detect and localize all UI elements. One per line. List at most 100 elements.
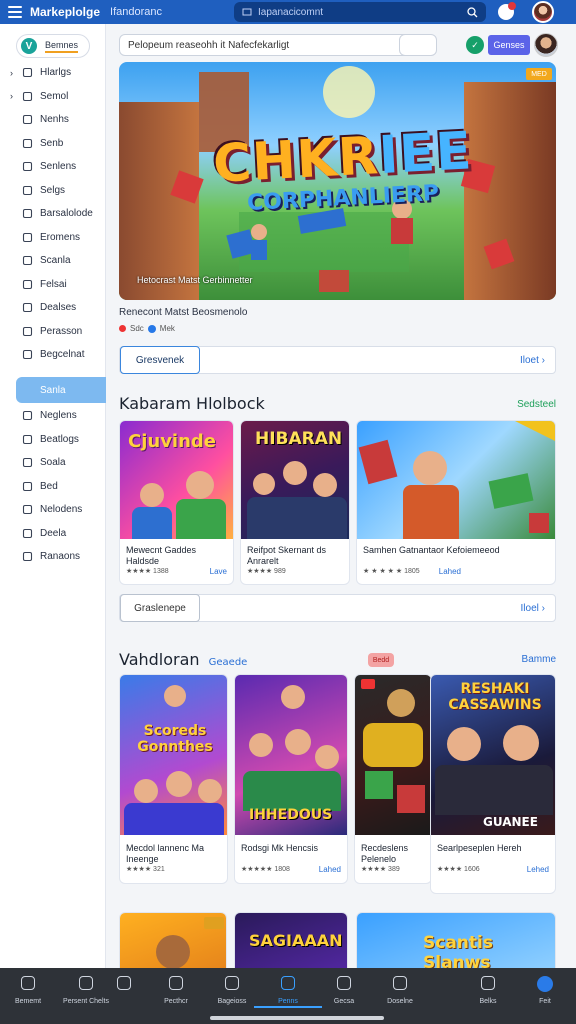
sidebar-item[interactable]: Felsai	[0, 273, 106, 297]
sidebar-item-label: Semol	[40, 90, 69, 102]
sidebar-item[interactable]: Selgs	[0, 179, 106, 203]
clock-icon	[22, 185, 33, 195]
sidebar-item-active[interactable]: Sanla	[16, 377, 106, 403]
card-link[interactable]: Lave	[210, 567, 227, 576]
section-link-2[interactable]: Bamme	[522, 654, 556, 665]
chat-icon	[393, 976, 407, 990]
card-art-title: HIBARAN	[255, 429, 343, 449]
bottom-tab[interactable]: Pecthcr	[152, 968, 200, 1024]
more-link-2[interactable]: Iloel ›	[521, 603, 545, 614]
chevron-right-icon[interactable]: ›	[10, 68, 13, 78]
sidebar-item-label: Beatlogs	[40, 433, 79, 445]
sidebar-item[interactable]: › Semol	[0, 85, 106, 109]
character-face	[186, 471, 214, 499]
topbar-title[interactable]: Ifandoranc	[110, 6, 162, 18]
card-rating: ★★★★ 1388	[126, 568, 169, 575]
sidebar-item[interactable]: › Hlarlgs	[0, 61, 106, 85]
check-icon[interactable]: ✓	[466, 36, 484, 54]
top-search-bar[interactable]	[234, 2, 486, 22]
folder-icon	[169, 976, 183, 990]
card-badge	[361, 679, 375, 689]
section-subtitle-2[interactable]: Geaede	[209, 657, 248, 668]
document-icon	[22, 138, 33, 148]
block-item	[358, 439, 398, 485]
hero-banner[interactable]: CHKRIEE CORPHANLIERP MED Hetocrast Matst…	[119, 62, 556, 300]
card-artwork	[357, 421, 555, 539]
sidebar-item[interactable]: Barsalolode	[0, 202, 106, 226]
character-face	[249, 733, 273, 757]
header-primary-button[interactable]: Genses	[488, 35, 530, 55]
game-card[interactable]: Recdeslens Pelenelo ★★★★ 389	[354, 674, 432, 884]
sidebar-item[interactable]: Ranaons	[0, 545, 106, 569]
sidebar-item[interactable]: Perasson	[0, 320, 106, 344]
card-link[interactable]: Lahed	[439, 567, 461, 576]
card-rating: ★ ★ ★ ★ ★ 1805	[363, 568, 420, 575]
circle-icon	[537, 976, 553, 992]
game-card[interactable]: HIBARAN Reifpot Skernant ds Anrarelt ★★★…	[240, 420, 350, 585]
game-card[interactable]: Scoreds Gonnthes Mecdol lannenc Ma Ineen…	[119, 674, 228, 884]
more-link-1[interactable]: Iloet ›	[520, 355, 545, 366]
sidebar-item[interactable]: Deela	[0, 522, 106, 546]
hero-info: Renecont Matst Beosmenolo	[119, 307, 248, 318]
sidebar-item[interactable]: Neglens	[0, 404, 106, 428]
search-icon[interactable]	[467, 6, 478, 18]
section-chip[interactable]: Bedd	[368, 653, 394, 667]
game-card[interactable]: IHHEDOUS Rodsgi Mk Hencsis ★★★★★ 1808 La…	[234, 674, 348, 884]
status-dot-blue	[147, 324, 156, 333]
game-card[interactable]: Cjuvinde Mewecnt Gaddes Haldsde ★★★★ 138…	[119, 420, 234, 585]
sidebar-item-label: Senlens	[40, 161, 77, 173]
action-row-1: Gresvenek Iloet ›	[119, 346, 556, 374]
workspace-label: Bemnes	[45, 40, 79, 53]
sidebar-item[interactable]: Bed	[0, 475, 106, 499]
card-title: Samhen Gatnantaor Kefoiemeeod	[363, 545, 500, 555]
game-card[interactable]: RESHAKI CASSAWINS GUANEE Searlpeseplen H…	[430, 674, 556, 894]
bottom-tab[interactable]: Belks	[464, 968, 512, 1024]
top-search-input[interactable]	[258, 6, 467, 18]
main-search-bar[interactable]	[119, 34, 435, 56]
main-search-input[interactable]	[128, 39, 415, 51]
sidebar-item[interactable]: Senb	[0, 132, 106, 156]
notification-icon[interactable]	[498, 2, 516, 20]
sidebar-item[interactable]: Nenhs	[0, 108, 106, 132]
card-link[interactable]: Lehed	[527, 865, 549, 874]
profile-avatar[interactable]	[534, 33, 558, 57]
card-title: Rodsgi Mk Hencsis	[241, 843, 319, 853]
sidebar-item[interactable]: Senlens	[0, 155, 106, 179]
sidebar-item[interactable]: Begcelnat	[0, 343, 106, 367]
sidebar-item[interactable]: Soala	[0, 451, 106, 475]
sidebar-item-label: Felsai	[40, 278, 67, 290]
game-card[interactable]	[119, 912, 227, 968]
chevron-right-icon[interactable]: ›	[10, 91, 13, 101]
user-avatar[interactable]	[532, 1, 554, 23]
bottom-tab[interactable]: Feit	[521, 968, 569, 1024]
bottom-tab[interactable]: Bememt	[4, 968, 52, 1024]
sidebar-item[interactable]: Dealses	[0, 296, 106, 320]
game-card[interactable]: Samhen Gatnantaor Kefoiemeeod ★ ★ ★ ★ ★ …	[356, 420, 556, 585]
list-icon	[22, 232, 33, 242]
app-brand: Markeplolge	[30, 5, 101, 19]
game-card[interactable]: Scantis Slanws	[356, 912, 556, 968]
menu-icon[interactable]	[8, 6, 22, 18]
character-face	[503, 725, 539, 761]
sidebar-item[interactable]: Scanla	[0, 249, 106, 273]
section-link-1[interactable]: Sedsteel	[517, 399, 556, 410]
section-title-2-text: Vahdloran	[119, 650, 200, 669]
character-body	[243, 771, 341, 811]
sidebar-item[interactable]: Beatlogs	[0, 428, 106, 452]
sidebar-item[interactable]: Eromens	[0, 226, 106, 250]
action-button-1[interactable]: Gresvenek	[120, 346, 200, 374]
action-button-2[interactable]: Graslenepe	[120, 594, 200, 622]
folder-icon	[22, 411, 33, 421]
bottom-tab-label: Penns	[278, 998, 298, 1005]
bottom-tab-label: Bememt	[14, 998, 42, 1005]
card-art-title: SAGIAAAN	[249, 931, 343, 950]
bag-icon	[22, 115, 33, 125]
workspace-switcher[interactable]: V Bemnes	[16, 34, 90, 58]
bottom-tab-label: Bageioss	[217, 998, 247, 1005]
card-link[interactable]: Lahed	[319, 865, 341, 874]
bottom-tab[interactable]	[100, 968, 148, 1024]
game-card[interactable]: SAGIAAAN	[234, 912, 348, 968]
search-filter-button[interactable]	[399, 34, 437, 56]
sidebar-item[interactable]: Nelodens	[0, 498, 106, 522]
sidebar-item-label: Begcelnat	[40, 349, 85, 361]
